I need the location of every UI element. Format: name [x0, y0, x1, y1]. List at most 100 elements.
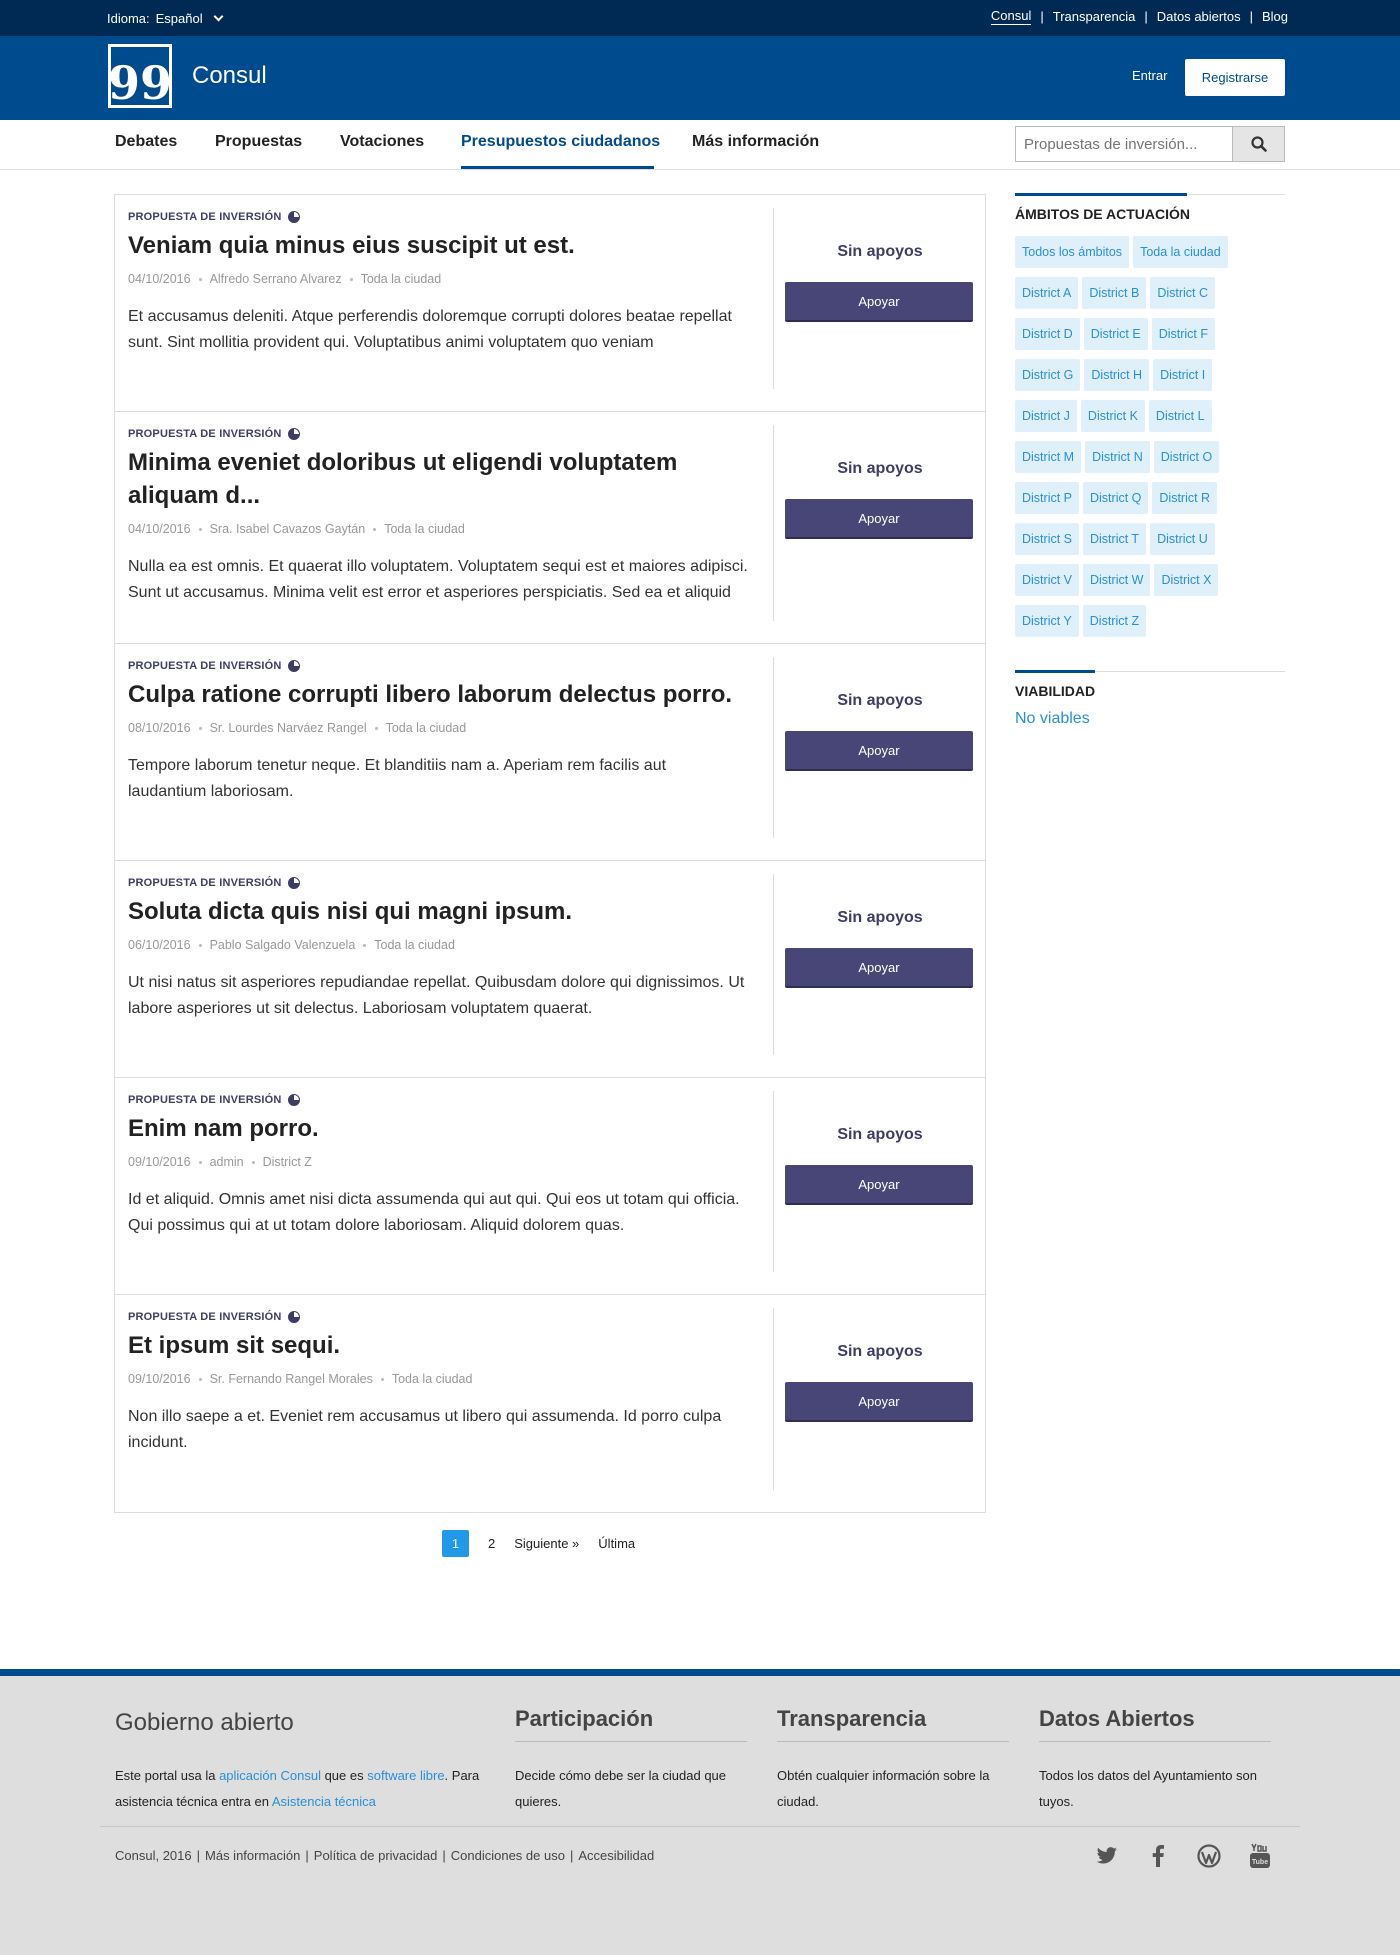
free-software-link[interactable]: software libre — [367, 1768, 444, 1783]
footer-mas-informacion-link[interactable]: Más información — [205, 1848, 300, 1863]
scope-tag[interactable]: District C — [1150, 277, 1216, 309]
footer-bottom-links: Consul, 2016 | Más información | Política … — [115, 1848, 655, 1863]
search-input[interactable] — [1016, 127, 1232, 161]
scope-tag[interactable]: District E — [1083, 318, 1148, 350]
scope-tag[interactable]: District Y — [1015, 605, 1079, 637]
scope-tag[interactable]: Todos los ámbitos — [1015, 236, 1130, 268]
scope-tag[interactable]: District N — [1085, 441, 1150, 473]
scope-tag[interactable]: District W — [1083, 564, 1151, 596]
scope-tag[interactable]: District O — [1153, 441, 1220, 473]
nav-item-votaciones[interactable]: Votaciones — [340, 133, 424, 151]
proposal-title[interactable]: Soluta dicta quis nisi qui magni ipsum. — [128, 895, 748, 928]
footer-accessibility-link[interactable]: Accesibilidad — [578, 1848, 654, 1863]
next-page-link[interactable]: Siguiente » — [514, 1536, 579, 1551]
proposal-description: Ut nisi natus sit asperiores repudiandae… — [128, 974, 745, 1017]
copyright: Consul, 2016 — [115, 1848, 192, 1863]
support-button[interactable]: Apoyar — [785, 731, 973, 771]
wordpress-icon[interactable] — [1197, 1844, 1221, 1868]
divider — [773, 874, 774, 1055]
footer-terms-link[interactable]: Condiciones de uso — [451, 1848, 565, 1863]
footer-transparencia-title[interactable]: Transparencia — [777, 1706, 1009, 1742]
section-accent — [1015, 670, 1095, 673]
proposal-title[interactable]: Et ipsum sit sequi. — [128, 1329, 748, 1362]
scope-tag[interactable]: District M — [1015, 441, 1082, 473]
no-viables-link[interactable]: No viables — [1015, 710, 1285, 728]
proposal-description: Tempore laborum tenetur neque. Et blandi… — [128, 757, 667, 800]
top-link-blog[interactable]: Blog — [1262, 9, 1288, 24]
search-form — [1015, 126, 1285, 162]
budget-icon — [287, 428, 300, 440]
budget-icon — [287, 1094, 300, 1106]
scope-tag[interactable]: District U — [1150, 523, 1215, 555]
proposal-tag: Propuesta de inversión — [128, 660, 748, 672]
proposal-card: Propuesta de inversión Et ipsum sit sequ… — [115, 1295, 985, 1512]
active-nav-indicator — [461, 166, 654, 169]
scope-tag[interactable]: District I — [1153, 359, 1213, 391]
consul-app-link[interactable]: aplicación Consul — [219, 1768, 321, 1783]
facebook-icon[interactable] — [1146, 1844, 1170, 1868]
logo-icon[interactable]: 99 — [108, 44, 172, 108]
proposal-tag: Propuesta de inversión — [128, 1094, 748, 1106]
scope-tag[interactable]: District X — [1154, 564, 1219, 596]
budget-icon — [287, 211, 300, 223]
search-button[interactable] — [1232, 127, 1284, 161]
proposal-description: Nulla ea est omnis. Et quaerat illo volu… — [128, 558, 748, 601]
scope-tag[interactable]: District H — [1084, 359, 1150, 391]
footer-participacion-title[interactable]: Participación — [515, 1706, 747, 1742]
youtube-icon[interactable]: Tube — [1248, 1843, 1272, 1868]
top-link-consul[interactable]: Consul — [990, 8, 1032, 25]
proposal-title[interactable]: Culpa ratione corrupti libero laborum de… — [128, 678, 748, 711]
section-accent — [1015, 193, 1187, 196]
proposal-title[interactable]: Enim nam porro. — [128, 1112, 748, 1145]
support-button[interactable]: Apoyar — [785, 1382, 973, 1422]
scope-tag[interactable]: District P — [1015, 482, 1079, 514]
site-name[interactable]: Consul — [192, 62, 267, 90]
scope-tag[interactable]: District F — [1151, 318, 1216, 350]
footer-datos-abiertos-title[interactable]: Datos Abiertos — [1039, 1706, 1271, 1742]
twitter-icon[interactable] — [1095, 1844, 1119, 1868]
scope-tag[interactable]: District R — [1152, 482, 1218, 514]
language-selector[interactable]: Idioma: Español — [107, 11, 224, 26]
scope-tag[interactable]: District D — [1015, 318, 1080, 350]
login-link[interactable]: Entrar — [1132, 68, 1167, 83]
proposal-tag: Propuesta de inversión — [128, 1311, 748, 1323]
support-button[interactable]: Apoyar — [785, 499, 973, 539]
budget-icon — [287, 660, 300, 672]
tech-support-link[interactable]: Asistencia técnica — [272, 1794, 376, 1809]
separator: | — [1249, 9, 1253, 24]
page-2-link[interactable]: 2 — [488, 1536, 495, 1551]
scopes-filter: Ámbitos de actuación Todos los ámbitos To… — [1015, 193, 1285, 646]
nav-item-propuestas[interactable]: Propuestas — [215, 133, 302, 151]
proposal-description: Non illo saepe a et. Eveniet rem accusam… — [128, 1408, 722, 1451]
scope-tag[interactable]: District G — [1015, 359, 1081, 391]
scope-tag[interactable]: District K — [1080, 400, 1145, 432]
top-link-transparencia[interactable]: Transparencia — [1053, 9, 1136, 24]
scope-tag[interactable]: District T — [1083, 523, 1147, 555]
proposal-card: Propuesta de inversión Enim nam porro. 0… — [115, 1078, 985, 1295]
support-button[interactable]: Apoyar — [785, 282, 973, 322]
register-button[interactable]: Registrarse — [1185, 59, 1285, 96]
scope-tag[interactable]: District S — [1015, 523, 1079, 555]
nav-item-debates[interactable]: Debates — [115, 133, 177, 151]
scope-tag[interactable]: District J — [1015, 400, 1077, 432]
nav-item-presupuestos[interactable]: Presupuestos ciudadanos — [461, 133, 660, 151]
footer-privacy-link[interactable]: Política de privacidad — [314, 1848, 438, 1863]
support-count: Sin apoyos — [837, 909, 923, 926]
scope-tag[interactable]: District V — [1015, 564, 1079, 596]
proposal-title[interactable]: Veniam quia minus eius suscipit ut est. — [128, 229, 748, 262]
page-current[interactable]: 1 — [442, 1530, 469, 1557]
scope-tag[interactable]: District Q — [1083, 482, 1149, 514]
scope-tag[interactable]: District A — [1015, 277, 1079, 309]
top-link-datos-abiertos[interactable]: Datos abiertos — [1157, 9, 1241, 24]
last-page-link[interactable]: Última — [598, 1536, 635, 1551]
scope-tag[interactable]: Toda la ciudad — [1133, 236, 1228, 268]
footer-transparencia-text: Obtén cualquier información sobre la ciu… — [777, 1768, 990, 1809]
nav-item-mas-informacion[interactable]: Más información — [692, 133, 819, 151]
scope-tag[interactable]: District B — [1082, 277, 1147, 309]
site-header: 99 Consul Entrar Registrarse — [0, 36, 1400, 120]
scope-tag[interactable]: District L — [1148, 400, 1212, 432]
proposal-title[interactable]: Minima eveniet doloribus ut eligendi vol… — [128, 446, 748, 512]
support-button[interactable]: Apoyar — [785, 948, 973, 988]
scope-tag[interactable]: District Z — [1082, 605, 1147, 637]
support-button[interactable]: Apoyar — [785, 1165, 973, 1205]
